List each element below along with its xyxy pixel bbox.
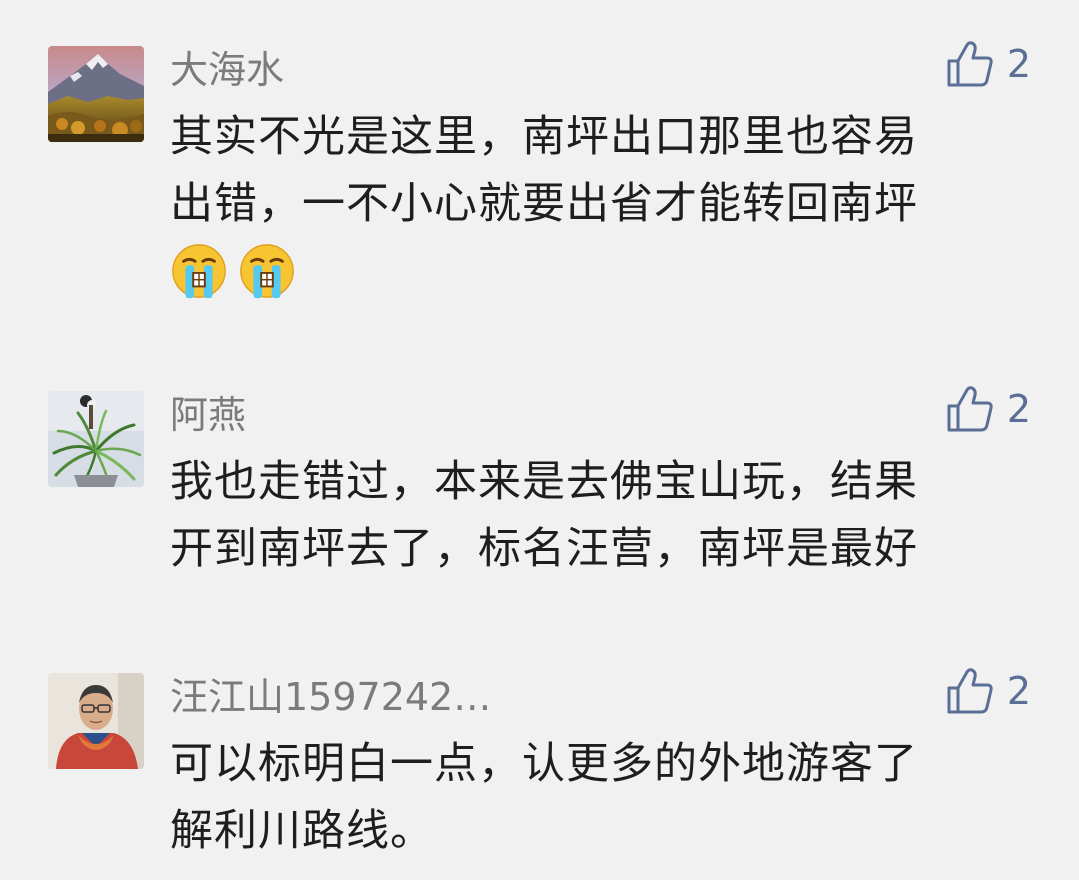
like-button[interactable]: 2 xyxy=(945,665,1031,717)
like-count: 2 xyxy=(1006,669,1031,713)
like-count: 2 xyxy=(1006,42,1031,86)
thumbs-up-icon xyxy=(947,41,993,87)
comment-line: 解利川路线。 xyxy=(170,806,434,856)
thumbs-up-icon xyxy=(947,668,993,714)
emoji-row xyxy=(170,242,1020,300)
crying-face-emoji xyxy=(172,244,226,299)
thumbs-up-icon xyxy=(947,386,993,432)
like-button[interactable]: 2 xyxy=(945,383,1031,435)
comment-line: 其实不光是这里，南坪出口那里也容易 xyxy=(170,112,918,162)
avatar[interactable] xyxy=(48,46,144,142)
commenter-name[interactable]: 汪江山1597242… xyxy=(170,675,491,719)
comment-line: 可以标明白一点，认更多的外地游客了 xyxy=(170,739,918,789)
comment-line: 开到南坪去了，标名汪营，南坪是最好 xyxy=(170,524,918,574)
like-button[interactable]: 2 xyxy=(945,38,1031,90)
avatar[interactable] xyxy=(48,391,144,487)
crying-face-emoji xyxy=(240,244,294,299)
avatar[interactable] xyxy=(48,673,144,769)
man-portrait-image xyxy=(48,673,144,769)
mountain-landscape-image xyxy=(48,46,144,142)
comment-text: 可以标明白一点，认更多的外地游客了 解利川路线。 xyxy=(170,731,1020,865)
comment-text: 其实不光是这里，南坪出口那里也容易 出错，一不小心就要出省才能转回南坪 xyxy=(170,104,1020,300)
commenter-name[interactable]: 大海水 xyxy=(170,48,284,92)
comment-text: 我也走错过，本来是去佛宝山玩，结果 开到南坪去了，标名汪营，南坪是最好 xyxy=(170,449,1020,583)
commenter-name[interactable]: 阿燕 xyxy=(170,393,246,437)
comment-line: 我也走错过，本来是去佛宝山玩，结果 xyxy=(170,457,918,507)
comment-line: 出错，一不小心就要出省才能转回南坪 xyxy=(170,179,918,229)
spider-plant-image xyxy=(48,391,144,487)
like-count: 2 xyxy=(1006,387,1031,431)
